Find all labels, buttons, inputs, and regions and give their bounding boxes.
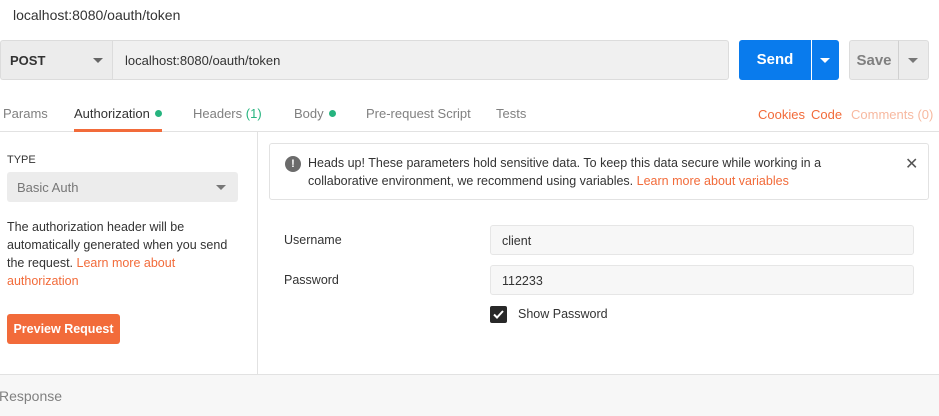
url-bar: POST localhost:8080/oauth/token Send Sav… bbox=[0, 40, 939, 80]
tab-label: Body bbox=[294, 106, 324, 121]
chevron-down-icon bbox=[908, 58, 918, 63]
response-label: Response bbox=[0, 388, 63, 404]
request-title-text: localhost:8080/oauth/token bbox=[13, 7, 181, 23]
tab-label: Headers bbox=[193, 106, 243, 121]
username-value: client bbox=[502, 234, 532, 248]
tab-label: Pre-request Script bbox=[366, 106, 471, 121]
request-tabs: Params Authorization Headers (1) Body Pr… bbox=[0, 94, 939, 132]
send-options-button[interactable] bbox=[812, 40, 839, 80]
response-panel[interactable]: Response bbox=[0, 374, 939, 416]
tab-body[interactable]: Body bbox=[294, 106, 336, 132]
tab-headers[interactable]: Headers (1) bbox=[193, 106, 262, 132]
chevron-down-icon bbox=[93, 58, 103, 63]
comments-link[interactable]: Comments (0) bbox=[851, 107, 933, 122]
save-button[interactable]: Save bbox=[849, 40, 899, 80]
preview-request-label: Preview Request bbox=[13, 322, 114, 336]
password-label: Password bbox=[284, 273, 339, 287]
method-value: POST bbox=[10, 53, 46, 68]
auth-type-pane: TYPE Basic Auth The authorization header… bbox=[0, 132, 258, 374]
tab-label: Authorization bbox=[74, 106, 150, 121]
learn-more-variables-link[interactable]: Learn more about variables bbox=[637, 174, 789, 188]
tab-authorization[interactable]: Authorization bbox=[74, 106, 162, 132]
sensitive-data-alert: ! Heads up! These parameters hold sensit… bbox=[269, 143, 929, 200]
tab-tests[interactable]: Tests bbox=[496, 106, 526, 132]
url-input[interactable]: localhost:8080/oauth/token bbox=[112, 40, 729, 80]
save-label: Save bbox=[856, 52, 892, 69]
save-options-button[interactable] bbox=[899, 40, 929, 80]
show-password-label: Show Password bbox=[518, 307, 608, 321]
tab-pre-request-script[interactable]: Pre-request Script bbox=[366, 106, 471, 132]
request-title: localhost:8080/oauth/token bbox=[0, 0, 939, 30]
url-value: localhost:8080/oauth/token bbox=[125, 53, 281, 68]
send-button[interactable]: Send bbox=[739, 40, 811, 80]
auth-type-select[interactable]: Basic Auth bbox=[7, 172, 238, 202]
show-password-checkbox[interactable] bbox=[490, 306, 507, 323]
active-indicator-icon bbox=[154, 110, 162, 117]
preview-request-button[interactable]: Preview Request bbox=[7, 314, 120, 344]
chevron-down-icon bbox=[820, 58, 830, 63]
cookies-link[interactable]: Cookies bbox=[758, 107, 805, 122]
send-label: Send bbox=[756, 51, 794, 68]
tab-params[interactable]: Params bbox=[3, 106, 48, 132]
code-link[interactable]: Code bbox=[811, 107, 842, 122]
tab-label: Params bbox=[3, 106, 48, 121]
checkmark-icon bbox=[493, 310, 504, 319]
active-indicator-icon bbox=[328, 110, 336, 117]
auth-type-value: Basic Auth bbox=[17, 180, 79, 195]
auth-description: The authorization header will be automat… bbox=[7, 218, 247, 290]
password-input[interactable]: 112233 bbox=[490, 265, 914, 295]
username-label: Username bbox=[284, 233, 342, 247]
method-select[interactable]: POST bbox=[0, 40, 112, 80]
chevron-down-icon bbox=[216, 185, 226, 190]
password-value: 112233 bbox=[502, 274, 543, 288]
alert-icon: ! bbox=[285, 156, 301, 172]
alert-message: Heads up! These parameters hold sensitiv… bbox=[308, 154, 868, 190]
username-input[interactable]: client bbox=[490, 225, 914, 255]
tab-label: Tests bbox=[496, 106, 527, 121]
type-label: TYPE bbox=[7, 154, 36, 166]
headers-count-badge: (1) bbox=[245, 106, 262, 121]
close-icon[interactable]: ✕ bbox=[905, 154, 918, 174]
